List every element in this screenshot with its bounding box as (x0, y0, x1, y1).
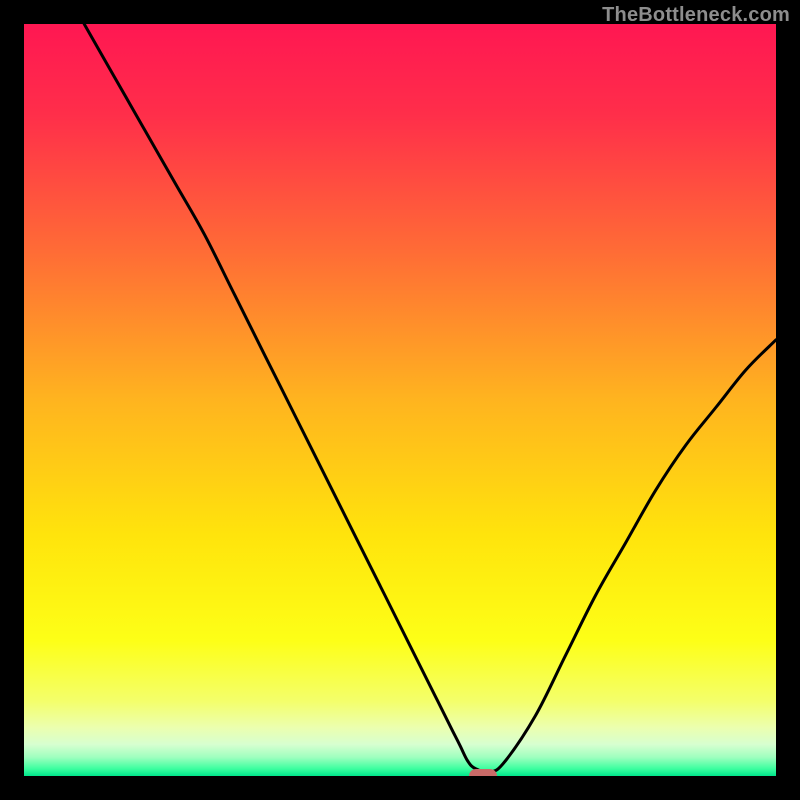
plot-area (24, 24, 776, 776)
minimum-marker (469, 769, 497, 776)
watermark-text: TheBottleneck.com (602, 4, 790, 27)
bottleneck-curve (24, 24, 776, 776)
chart-frame: TheBottleneck.com (0, 0, 800, 800)
